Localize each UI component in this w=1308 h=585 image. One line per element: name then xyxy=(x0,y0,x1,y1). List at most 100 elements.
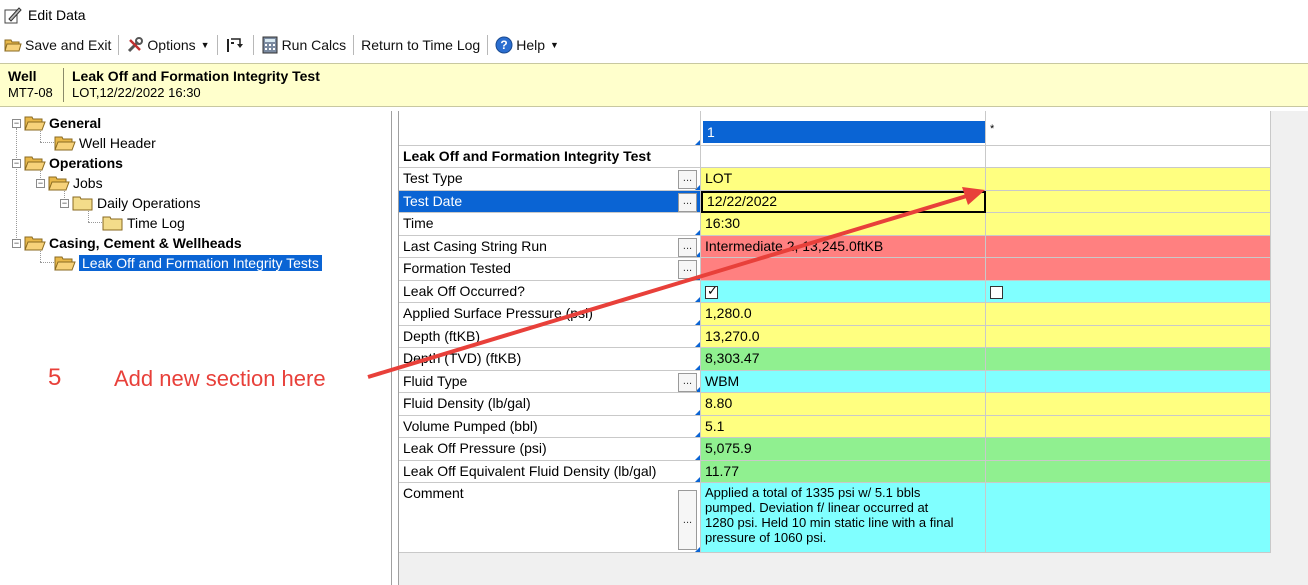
new-record-value[interactable] xyxy=(986,483,1271,553)
tree-label: General xyxy=(49,115,102,131)
field-value[interactable]: 5,075.9 xyxy=(701,438,986,461)
new-record-value[interactable] xyxy=(986,415,1271,438)
field-value[interactable] xyxy=(701,258,986,281)
field-value[interactable]: 11.77 xyxy=(701,460,986,483)
field-label[interactable]: Fluid Density (lb/gal) xyxy=(399,393,701,416)
field-label[interactable]: Comment xyxy=(399,483,701,553)
save-exit-button[interactable]: Save and Exit xyxy=(0,33,115,57)
ellipsis-button[interactable]: ... xyxy=(678,372,697,392)
record-title: Leak Off and Formation Integrity Test xyxy=(72,68,320,84)
new-record-value[interactable] xyxy=(986,303,1271,326)
ellipsis-button[interactable]: ... xyxy=(678,260,697,279)
tree-item-leak-off-tests[interactable]: Leak Off and Formation Integrity Tests xyxy=(54,253,322,273)
field-value[interactable]: LOT xyxy=(701,168,986,191)
field-value[interactable]: 12/22/2022 xyxy=(701,190,986,213)
field-label[interactable]: Volume Pumped (bbl) xyxy=(399,415,701,438)
leak-off-occurred-checkbox[interactable]: ✓ xyxy=(705,283,718,299)
field-value[interactable]: 16:30 xyxy=(701,213,986,236)
new-record-marker: * xyxy=(990,123,995,135)
new-record-value[interactable] xyxy=(986,235,1271,258)
new-record-checkbox[interactable] xyxy=(990,285,1003,299)
field-value-text: 16:30 xyxy=(705,215,741,231)
field-label[interactable]: Leak Off Equivalent Fluid Density (lb/ga… xyxy=(399,460,701,483)
tree-connector xyxy=(88,222,102,223)
field-label[interactable]: Fluid Type xyxy=(399,370,701,393)
open-folder-icon xyxy=(54,256,76,271)
field-value[interactable]: 8.80 xyxy=(701,393,986,416)
new-record-value[interactable] xyxy=(986,438,1271,461)
help-label: Help xyxy=(516,36,546,53)
collapse-icon[interactable]: − xyxy=(36,178,45,188)
record-summary: LOT,12/22/2022 16:30 xyxy=(72,85,201,100)
new-record-value[interactable] xyxy=(986,213,1271,236)
field-value-text: 13,270.0 xyxy=(705,327,760,344)
tree-item-operations[interactable]: − Operations xyxy=(12,153,123,173)
field-value[interactable]: WBM xyxy=(701,370,986,393)
field-label[interactable]: Time xyxy=(399,213,701,236)
field-label[interactable]: Leak Off Pressure (psi) xyxy=(399,438,701,461)
field-value[interactable]: Intermediate 2, 13,245.0ftKB xyxy=(701,235,986,258)
field-label[interactable]: Leak Off Occurred? xyxy=(399,280,701,303)
field-value[interactable]: 13,270.0 xyxy=(701,325,986,348)
tree-item-casing-cement-wellheads[interactable]: − Casing, Cement & Wellheads xyxy=(12,233,242,253)
well-title: Well xyxy=(8,68,37,84)
collapse-icon[interactable]: − xyxy=(60,198,69,208)
collapse-icon[interactable]: − xyxy=(12,158,21,168)
help-button[interactable]: ? Help ▼ xyxy=(491,33,563,57)
return-time-log-button[interactable]: Return to Time Log xyxy=(357,33,484,57)
new-record-value[interactable] xyxy=(986,258,1271,281)
tree-label: Leak Off and Formation Integrity Tests xyxy=(79,255,322,271)
new-record-value[interactable] xyxy=(986,460,1271,483)
tree-connector xyxy=(40,262,54,263)
new-record-value[interactable] xyxy=(986,280,1271,303)
tree-item-time-log[interactable]: Time Log xyxy=(102,213,185,233)
field-value-text: Intermediate 2, 13,245.0ftKB xyxy=(705,237,884,254)
options-button[interactable]: Options ▼ xyxy=(122,33,213,57)
title-bar: Edit Data xyxy=(0,0,1308,30)
new-record-value[interactable] xyxy=(986,370,1271,393)
field-label[interactable]: Applied Surface Pressure (psi) xyxy=(399,303,701,326)
field-value[interactable]: Applied a total of 1335 psi w/ 5.1 bbls p… xyxy=(701,483,986,553)
column-header-new-record[interactable]: * xyxy=(986,111,1271,146)
run-calcs-button[interactable]: Run Calcs xyxy=(257,33,351,57)
field-label[interactable]: Last Casing String Run xyxy=(399,235,701,258)
transpose-button[interactable] xyxy=(221,33,250,57)
new-record-value[interactable] xyxy=(986,393,1271,416)
field-label[interactable]: Test Date xyxy=(399,190,701,213)
field-label[interactable]: Test Type xyxy=(399,168,701,191)
collapse-icon[interactable]: − xyxy=(12,238,21,248)
folder-icon xyxy=(72,196,93,211)
field-value[interactable]: ✓ xyxy=(701,280,986,303)
ellipsis-button[interactable]: ... xyxy=(678,170,697,189)
field-value[interactable]: 1,280.0 xyxy=(701,303,986,326)
field-value[interactable]: 5.1 xyxy=(701,415,986,438)
field-value[interactable]: 8,303.47 xyxy=(701,348,986,371)
field-label[interactable]: Formation Tested xyxy=(399,258,701,281)
row-marker xyxy=(695,140,700,145)
tree-item-general[interactable]: − General xyxy=(12,113,101,133)
toolbar-separator xyxy=(353,34,355,55)
tree-item-daily-operations[interactable]: − Daily Operations xyxy=(60,193,201,213)
field-label-text: Depth (TVD) (ftKB) xyxy=(403,350,522,366)
section-title: Leak Off and Formation Integrity Test xyxy=(399,146,701,168)
tree-connector xyxy=(40,142,54,143)
new-record-value[interactable] xyxy=(986,325,1271,348)
annotation-text: Add new section here xyxy=(114,366,326,391)
column-header-record-1[interactable]: 1 xyxy=(701,111,986,146)
new-record-value[interactable] xyxy=(986,190,1271,213)
ellipsis-button[interactable]: ... xyxy=(678,237,697,257)
new-record-value[interactable] xyxy=(986,348,1271,371)
tree-item-jobs[interactable]: − Jobs xyxy=(36,173,103,193)
field-label[interactable]: Depth (TVD) (ftKB) xyxy=(399,348,701,371)
tree-label: Casing, Cement & Wellheads xyxy=(49,235,242,251)
options-label: Options xyxy=(147,36,196,53)
help-icon: ? xyxy=(495,36,513,54)
collapse-icon[interactable]: − xyxy=(12,118,21,128)
ellipsis-button[interactable]: ... xyxy=(678,192,697,212)
field-label-text: Last Casing String Run xyxy=(403,237,547,254)
ellipsis-button[interactable]: ... xyxy=(678,490,697,550)
tree-item-well-header[interactable]: Well Header xyxy=(54,133,156,153)
field-label[interactable]: Depth (ftKB) xyxy=(399,325,701,348)
field-value-text: LOT xyxy=(705,170,733,186)
new-record-value[interactable] xyxy=(986,168,1271,191)
